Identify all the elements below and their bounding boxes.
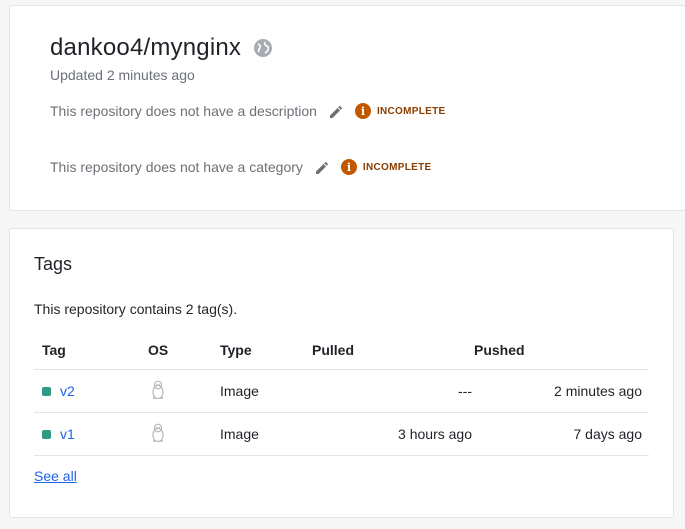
tag-link[interactable]: v2 <box>60 383 75 399</box>
edit-description-pencil-icon[interactable] <box>327 102 345 120</box>
category-text: This repository does not have a category <box>50 159 303 175</box>
updated-time: Updated 2 minutes ago <box>50 67 195 83</box>
tags-heading: Tags <box>34 254 73 274</box>
linux-tux-icon <box>150 423 166 443</box>
edit-category-pencil-icon[interactable] <box>313 158 331 176</box>
column-header-type: Type <box>219 331 311 370</box>
info-icon: i <box>354 103 371 119</box>
linux-tux-icon <box>150 380 166 400</box>
tags-table: Tag OS Type Pulled Pushed v2 Image --- 2… <box>34 331 649 456</box>
column-header-pushed: Pushed <box>473 331 649 370</box>
globe-icon <box>253 38 273 58</box>
tag-link[interactable]: v1 <box>60 426 75 442</box>
category-row: This repository does not have a category… <box>50 158 431 176</box>
tag-status-dot <box>42 429 51 439</box>
column-header-tag: Tag <box>34 331 147 370</box>
tags-summary: This repository contains 2 tag(s). <box>34 301 238 317</box>
tag-pulled: 3 hours ago <box>311 412 473 456</box>
description-row: This repository does not have a descript… <box>50 102 446 120</box>
table-row: v1 Image 3 hours ago 7 days ago <box>34 412 649 456</box>
incomplete-label: INCOMPLETE <box>362 161 432 173</box>
tags-table-header: Tag OS Type Pulled Pushed <box>34 331 649 370</box>
tags-card: Tags This repository contains 2 tag(s). … <box>9 228 674 518</box>
repo-title-row: dankoo4/mynginx <box>50 34 273 62</box>
tag-pushed: 7 days ago <box>473 412 649 456</box>
column-header-pulled: Pulled <box>311 331 473 370</box>
repo-name: dankoo4/mynginx <box>50 34 242 61</box>
table-row: v2 Image --- 2 minutes ago <box>34 369 649 413</box>
tag-type: Image <box>219 412 311 456</box>
see-all-link[interactable]: See all <box>34 468 77 484</box>
description-incomplete-badge: i INCOMPLETE <box>354 103 446 119</box>
info-icon: i <box>340 159 357 175</box>
category-incomplete-badge: i INCOMPLETE <box>340 159 432 175</box>
column-header-os: OS <box>147 331 219 370</box>
tag-pushed: 2 minutes ago <box>473 369 649 413</box>
tag-type: Image <box>219 369 311 413</box>
incomplete-label: INCOMPLETE <box>376 105 446 117</box>
tag-pulled: --- <box>311 369 473 413</box>
repository-overview-card: dankoo4/mynginx Updated 2 minutes ago Th… <box>9 5 685 211</box>
description-text: This repository does not have a descript… <box>50 103 317 119</box>
tag-status-dot <box>42 386 51 396</box>
